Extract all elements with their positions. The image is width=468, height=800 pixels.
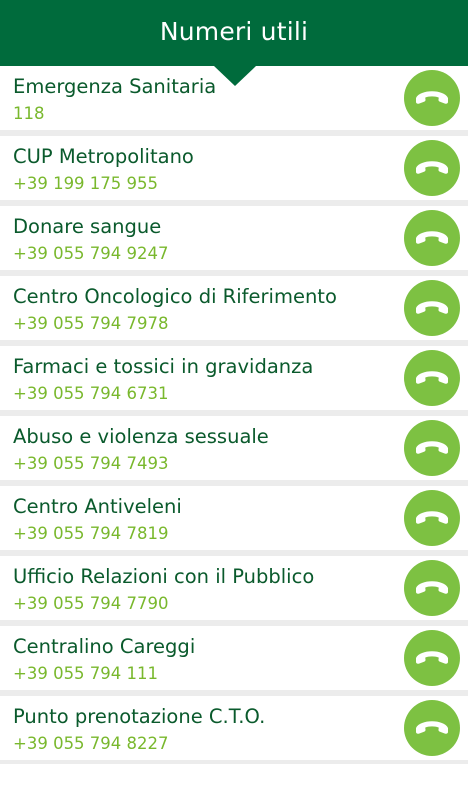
app-header: Numeri utili <box>0 0 468 66</box>
contact-row[interactable]: CUP Metropolitano +39 199 175 955 <box>0 136 468 200</box>
call-button[interactable] <box>404 560 460 616</box>
contact-row[interactable]: Ufficio Relazioni con il Pubblico +39 05… <box>0 556 468 620</box>
contact-name: Centro Oncologico di Riferimento <box>13 285 337 308</box>
call-button[interactable] <box>404 70 460 126</box>
contact-row[interactable]: Abuso e violenza sessuale +39 055 794 74… <box>0 416 468 480</box>
contact-row[interactable]: Centro Antiveleni +39 055 794 7819 <box>0 486 468 550</box>
contact-row[interactable]: Donare sangue +39 055 794 9247 <box>0 206 468 270</box>
phone-handset-icon <box>416 511 448 524</box>
call-button[interactable] <box>404 490 460 546</box>
contact-name: Donare sangue <box>13 215 162 238</box>
contact-name: Centro Antiveleni <box>13 495 182 518</box>
contact-phone: +39 199 175 955 <box>13 174 159 193</box>
call-button[interactable] <box>404 280 460 336</box>
list-bottom-spacer <box>0 764 468 800</box>
page-title: Numeri utili <box>159 16 309 46</box>
call-button[interactable] <box>404 700 460 756</box>
contact-phone: +39 055 794 111 <box>13 664 159 683</box>
contact-row[interactable]: Punto prenotazione C.T.O. +39 055 794 82… <box>0 696 468 760</box>
contact-name: Centralino Careggi <box>13 635 196 658</box>
phone-handset-icon <box>416 441 448 454</box>
phone-handset-icon <box>416 371 448 384</box>
phone-handset-icon <box>416 651 448 664</box>
header-notch <box>214 66 256 86</box>
call-button[interactable] <box>404 140 460 196</box>
contact-row[interactable]: Centro Oncologico di Riferimento +39 055… <box>0 276 468 340</box>
contact-phone: 118 <box>13 104 45 123</box>
contact-name: Ufficio Relazioni con il Pubblico <box>13 565 315 588</box>
phone-handset-icon <box>416 581 448 594</box>
contact-name: Abuso e violenza sessuale <box>13 425 269 448</box>
phone-handset-icon <box>416 161 448 174</box>
phone-handset-icon <box>416 231 448 244</box>
phone-handset-icon <box>416 721 448 734</box>
contact-phone: +39 055 794 9247 <box>13 244 169 263</box>
call-button[interactable] <box>404 630 460 686</box>
contact-name: Emergenza Sanitaria <box>13 75 217 98</box>
contact-phone: +39 055 794 8227 <box>13 734 169 753</box>
contact-name: CUP Metropolitano <box>13 145 194 168</box>
contact-phone: +39 055 794 7790 <box>13 594 169 613</box>
contact-row[interactable]: Centralino Careggi +39 055 794 111 <box>0 626 468 690</box>
contact-phone: +39 055 794 7493 <box>13 454 169 473</box>
contact-phone: +39 055 794 7819 <box>13 524 169 543</box>
call-button[interactable] <box>404 350 460 406</box>
phone-handset-icon <box>416 301 448 314</box>
call-button[interactable] <box>404 420 460 476</box>
contact-name: Punto prenotazione C.T.O. <box>13 705 266 728</box>
contact-list: Emergenza Sanitaria 118 CUP Metropolitan… <box>0 66 468 766</box>
contact-phone: +39 055 794 6731 <box>13 384 169 403</box>
contact-phone: +39 055 794 7978 <box>13 314 169 333</box>
call-button[interactable] <box>404 210 460 266</box>
contact-row[interactable]: Farmaci e tossici in gravidanza +39 055 … <box>0 346 468 410</box>
phone-handset-icon <box>416 91 448 104</box>
contact-name: Farmaci e tossici in gravidanza <box>13 355 314 378</box>
